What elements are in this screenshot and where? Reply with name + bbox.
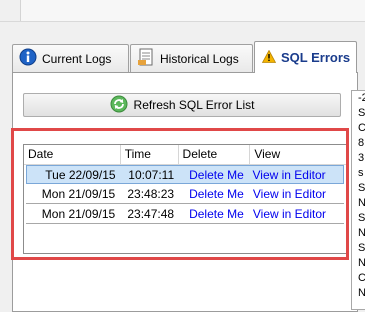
info-icon — [19, 48, 37, 69]
column-header-view[interactable]: View — [250, 145, 347, 164]
side-text-line: S — [358, 212, 365, 224]
document-icon — [137, 47, 155, 70]
refresh-icon — [110, 95, 128, 116]
tab-label: Historical Logs — [160, 51, 239, 66]
tab-label: SQL Errors — [281, 50, 351, 65]
button-label: Refresh SQL Error List — [133, 98, 255, 112]
side-text-line: N — [352, 226, 365, 241]
warning-icon — [261, 49, 277, 66]
side-text-line: C — [352, 271, 365, 286]
view-in-editor-link[interactable]: View in Editor — [249, 207, 344, 221]
side-text-line: S — [358, 182, 365, 194]
row-time: 10:07:11 — [128, 167, 175, 182]
table-row[interactable]: Tue 22/09/15 10:07:11 Delete Me View in … — [26, 165, 344, 184]
tab-sql-errors[interactable]: SQL Errors — [254, 41, 357, 73]
side-text-line: S — [358, 107, 365, 119]
side-text-line: C — [352, 121, 365, 136]
delete-me-link[interactable]: Delete Me — [178, 168, 248, 182]
top-left-strip — [0, 0, 21, 21]
tab-current-logs[interactable]: Current Logs — [12, 44, 129, 72]
delete-me-link[interactable]: Delete Me — [178, 207, 249, 221]
refresh-sql-error-list-button[interactable]: Refresh SQL Error List — [23, 93, 341, 117]
row-date: Tue 22/09/15 — [45, 167, 116, 182]
side-text-line: -2 — [358, 92, 365, 104]
column-header-delete[interactable]: Delete — [179, 145, 251, 164]
sql-errors-grid[interactable]: Date Time Delete View Tue 22/09/15 10:07… — [23, 144, 348, 254]
row-date: Mon 21/09/15 — [41, 207, 116, 221]
row-time: 23:48:23 — [127, 187, 175, 201]
table-row[interactable]: Mon 21/09/15 23:47:48 Delete Me View in … — [26, 205, 344, 224]
column-header-time[interactable]: Time — [121, 145, 179, 164]
side-text-panel[interactable]: -2 S C 8 3 s S N S N S N C N — [351, 90, 365, 310]
column-header-date[interactable]: Date — [24, 145, 121, 164]
side-text-line: 8 — [358, 137, 365, 149]
side-text-line: S — [358, 242, 365, 254]
side-text-line: s — [358, 167, 364, 179]
table-row[interactable]: Mon 21/09/15 23:48:23 Delete Me View in … — [26, 185, 344, 204]
view-in-editor-link[interactable]: View in Editor — [249, 168, 344, 182]
side-text-line: N — [352, 286, 365, 301]
side-text-line: N — [352, 256, 365, 271]
side-text-line: N — [352, 196, 365, 211]
row-date: Mon 21/09/15 — [41, 187, 116, 201]
grid-header: Date Time Delete View — [24, 145, 347, 165]
delete-me-link[interactable]: Delete Me — [178, 187, 249, 201]
view-in-editor-link[interactable]: View in Editor — [249, 187, 344, 201]
row-time: 23:47:48 — [127, 207, 175, 221]
tab-label: Current Logs — [42, 51, 112, 66]
side-text-line: 3 — [358, 152, 365, 164]
tab-historical-logs[interactable]: Historical Logs — [130, 44, 253, 72]
top-panel — [0, 0, 365, 22]
